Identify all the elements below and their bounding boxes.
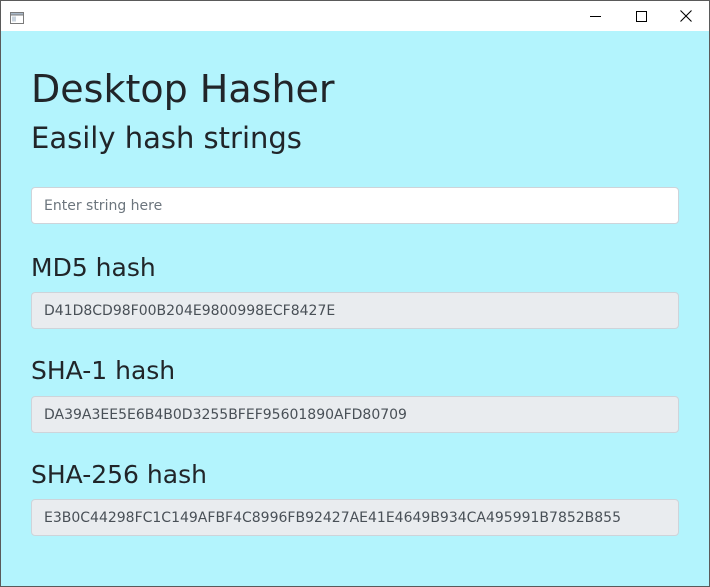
md5-heading: MD5 hash xyxy=(31,253,156,282)
sha256-heading: SHA-256 hash xyxy=(31,460,207,489)
sha1-output-field[interactable] xyxy=(31,396,679,433)
window-app-icon xyxy=(10,9,24,24)
maximize-icon xyxy=(635,7,647,26)
title-bar[interactable] xyxy=(1,1,709,31)
string-input[interactable] xyxy=(31,187,679,224)
sha256-output-field[interactable] xyxy=(31,499,679,536)
md5-output-field[interactable] xyxy=(31,292,679,329)
maximize-button[interactable] xyxy=(618,1,664,31)
app-window: Desktop Hasher Easily hash strings MD5 h… xyxy=(0,0,710,587)
sha1-heading: SHA-1 hash xyxy=(31,356,176,385)
minimize-icon xyxy=(589,7,601,26)
app-subtitle: Easily hash strings xyxy=(31,121,302,155)
app-title: Desktop Hasher xyxy=(31,67,335,111)
close-button[interactable] xyxy=(663,1,709,31)
minimize-button[interactable] xyxy=(572,1,618,31)
close-icon xyxy=(680,7,692,26)
